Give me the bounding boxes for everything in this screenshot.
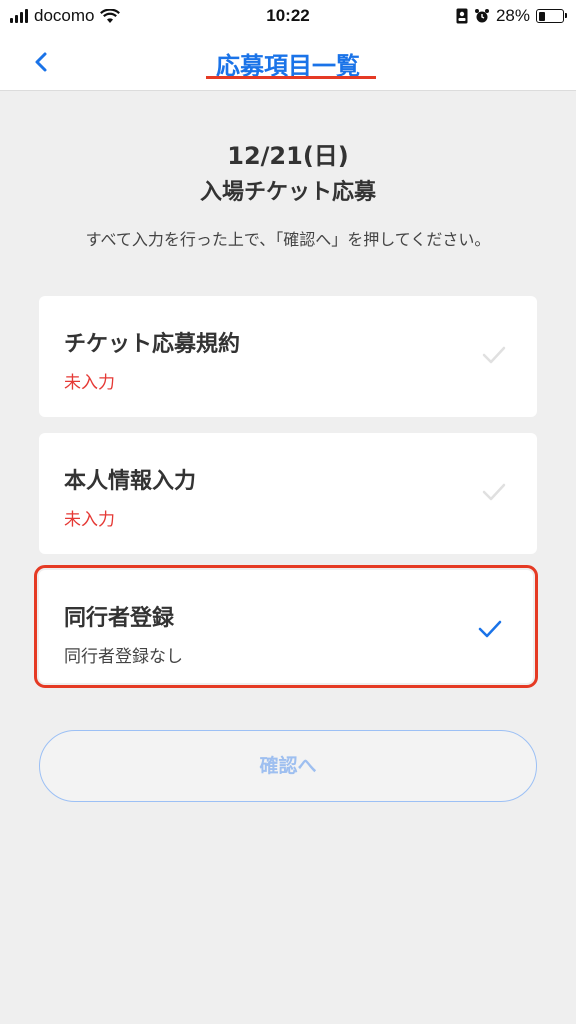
event-name: 入場チケット応募 [199,180,376,205]
title-underline [206,76,376,79]
item-status: 未入力 [64,373,115,393]
item-title: 同行者登録 [64,606,175,631]
instruction-text: すべて入力を行った上で、「確認へ」を押してください。 [85,230,491,249]
check-icon [482,483,506,501]
item-status: 未入力 [64,510,115,530]
confirm-button[interactable]: 確認へ [39,730,537,802]
alarm-icon [474,9,489,23]
id-card-icon [456,8,468,24]
item-status: 同行者登録なし [64,647,183,667]
item-ticket-terms[interactable]: チケット応募規約 未入力 [39,296,537,417]
status-right: 28% [456,6,567,26]
status-bar: docomo 10:22 28% [0,0,576,34]
event-date: 12/21(日) [227,142,349,170]
check-icon [478,620,502,638]
item-personal-info[interactable]: 本人情報入力 未入力 [39,433,537,554]
item-title: チケット応募規約 [64,332,241,357]
item-companion-registration[interactable]: 同行者登録 同行者登録なし [34,565,538,688]
battery-percent: 28% [495,6,530,25]
nav-bar: 応募項目一覧 [0,34,576,91]
item-title: 本人情報入力 [64,469,197,494]
battery-icon [536,9,567,23]
check-icon [482,346,506,364]
